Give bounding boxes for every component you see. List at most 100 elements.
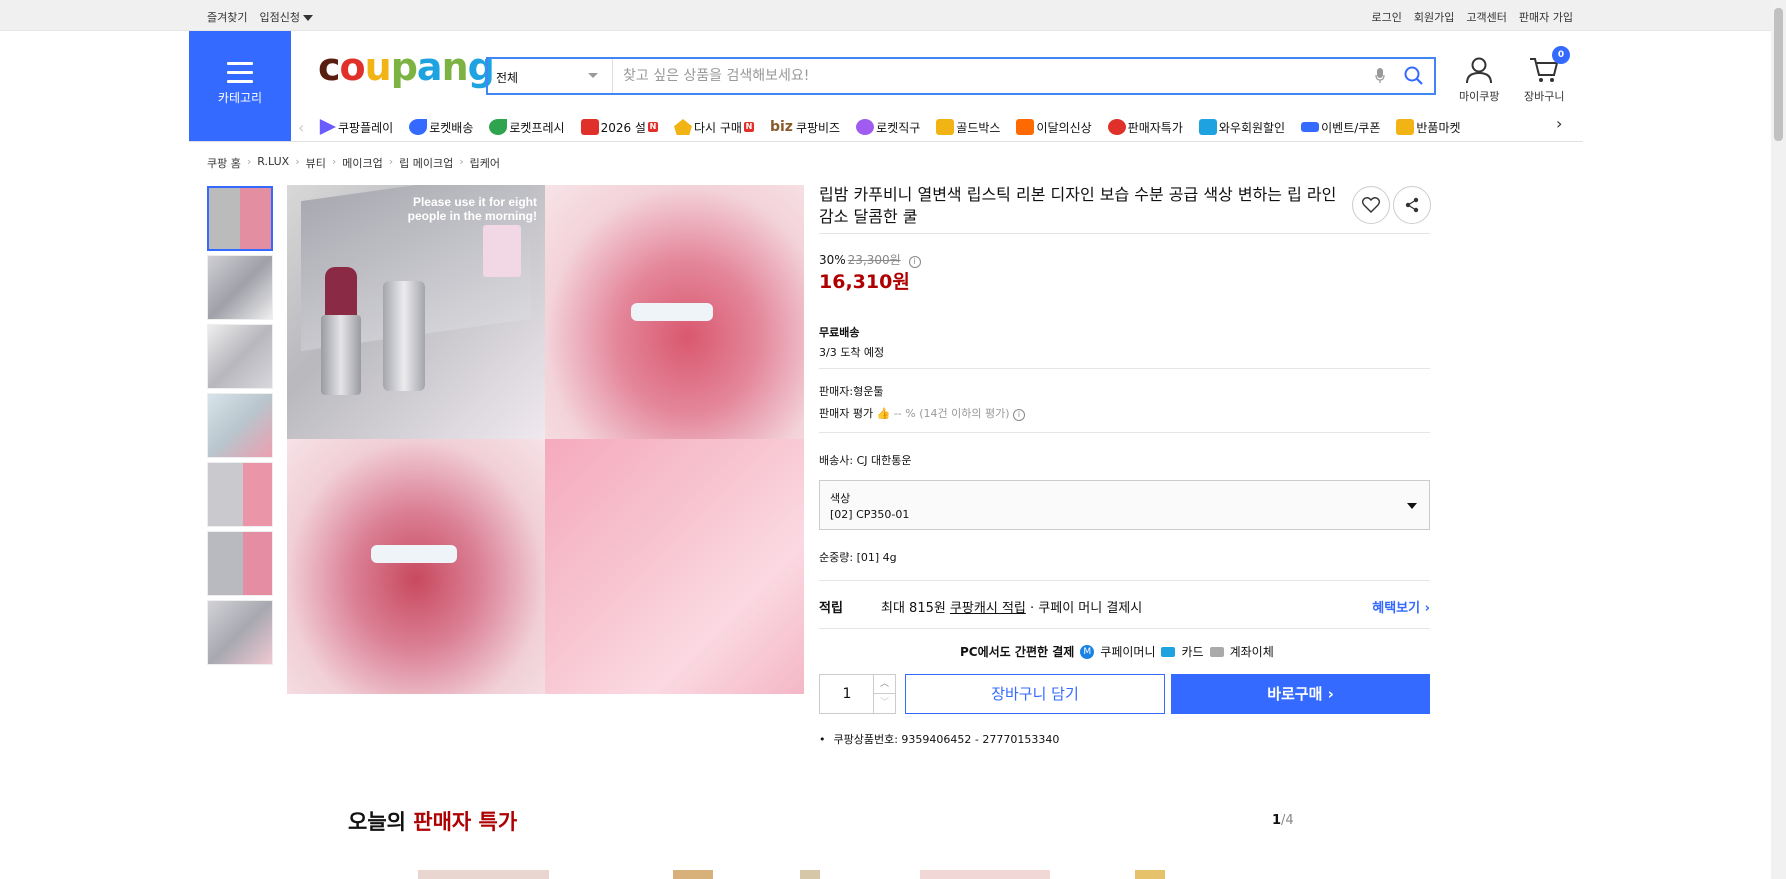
- search-icon[interactable]: [1394, 59, 1434, 93]
- dropdown-arrow-icon: [588, 73, 598, 78]
- overlay-line: Please use it for eight: [412, 195, 537, 209]
- house-icon: [673, 119, 692, 135]
- option-label: 색상: [830, 492, 851, 505]
- quantity-input[interactable]: 1: [820, 675, 874, 713]
- thumbnail[interactable]: [207, 462, 273, 527]
- nav-label: 로켓직구: [876, 120, 921, 135]
- thumbnail[interactable]: [207, 255, 273, 320]
- nav-item[interactable]: 판매자특가: [1107, 119, 1183, 136]
- nav-label: 쿠팡플레이: [338, 120, 394, 135]
- nav-item[interactable]: 로켓직구: [856, 119, 920, 136]
- new-badge: N: [743, 122, 754, 132]
- divider: [819, 432, 1430, 433]
- add-to-cart-button[interactable]: 장바구니 담기: [905, 674, 1165, 714]
- buy-now-button[interactable]: 바로구매 ›: [1171, 674, 1430, 714]
- mic-icon[interactable]: [1366, 59, 1394, 93]
- signup-link[interactable]: 회원가입: [1414, 9, 1454, 25]
- deal-product-image[interactable]: [920, 870, 1050, 879]
- pay-method: 계좌이체: [1229, 645, 1274, 659]
- nav-item[interactable]: biz 쿠팡비즈: [770, 119, 840, 136]
- benefits-link[interactable]: 혜택보기 ›: [1372, 597, 1430, 616]
- breadcrumb-item[interactable]: R.LUX: [257, 155, 289, 171]
- search-category-select[interactable]: 전체: [488, 59, 613, 93]
- seller-name[interactable]: 형운툴: [853, 385, 883, 398]
- breadcrumb: 쿠팡 홈 › R.LUX › 뷰티 › 메이크업 › 립 메이크업 › 립케어: [207, 155, 500, 171]
- divider: [819, 628, 1430, 629]
- top-utility-bar: 즐겨찾기 입점신청 로그인 회원가입 고객센터 판매자 가입: [0, 0, 1786, 31]
- seller-rating-label: 판매자 평가: [819, 407, 874, 420]
- thumbnail[interactable]: [207, 393, 273, 458]
- seller-signup-link[interactable]: 판매자 가입: [1519, 9, 1573, 25]
- partner-link[interactable]: 입점신청: [259, 9, 313, 25]
- login-link[interactable]: 로그인: [1372, 9, 1402, 25]
- thumbnail[interactable]: [207, 600, 273, 665]
- nav-item[interactable]: 로켓배송: [409, 119, 473, 136]
- total-pages: /4: [1281, 813, 1294, 828]
- info-icon[interactable]: i: [908, 256, 921, 268]
- rocket-icon: [409, 119, 428, 135]
- chevron-right-icon: ›: [246, 155, 252, 168]
- cart-label: 장바구니: [1524, 90, 1565, 103]
- search-input[interactable]: [613, 59, 1366, 93]
- lips-photo: [545, 185, 804, 439]
- breadcrumb-item[interactable]: 메이크업: [342, 155, 382, 171]
- nav-prev-icon[interactable]: ‹: [298, 118, 318, 137]
- favorites-link[interactable]: 즐겨찾기: [207, 9, 247, 25]
- box-shape: [483, 225, 521, 277]
- nav-item[interactable]: 이벤트/쿠폰: [1301, 119, 1380, 136]
- deal-product-image[interactable]: [418, 870, 549, 879]
- shipping-block: 무료배송 3/3 도착 예정: [819, 324, 884, 360]
- product-main-image[interactable]: Please use it for eight people in the mo…: [287, 185, 804, 694]
- logo-letter: p: [390, 45, 418, 89]
- coupay-icon: M: [1080, 644, 1095, 659]
- points-row: 적립 최대 815원 쿠팡캐시 적립 · 쿠페이 머니 결제시 혜택보기 ›: [819, 597, 1430, 616]
- breadcrumb-item[interactable]: 뷰티: [306, 155, 326, 171]
- lips-photo: [287, 439, 545, 694]
- scrollbar-thumb[interactable]: [1774, 8, 1783, 141]
- thumbnail[interactable]: [207, 531, 273, 596]
- pay-method: 쿠페이머니: [1100, 645, 1156, 659]
- logo-letter: u: [364, 45, 392, 89]
- breadcrumb-item[interactable]: 립케어: [470, 155, 500, 171]
- share-button[interactable]: [1393, 186, 1431, 224]
- breadcrumb-item[interactable]: 쿠팡 홈: [207, 155, 241, 171]
- customer-center-link[interactable]: 고객센터: [1466, 9, 1506, 25]
- coupang-logo[interactable]: coupang: [318, 45, 495, 89]
- weight-row: 순중량: [01] 4g: [819, 549, 897, 565]
- nav-item[interactable]: 골드박스: [936, 119, 1000, 136]
- thumbnail[interactable]: [207, 324, 273, 389]
- nav-item[interactable]: 2026 설N: [580, 119, 658, 136]
- deal-product-image[interactable]: [673, 870, 713, 879]
- breadcrumb-item[interactable]: 립 메이크업: [399, 155, 453, 171]
- nav-item[interactable]: 반품마켓: [1396, 119, 1461, 136]
- deal-product-image[interactable]: [1135, 870, 1165, 879]
- logo-letter: o: [339, 45, 366, 89]
- thumbnail[interactable]: [207, 186, 273, 251]
- deal-product-image[interactable]: [800, 870, 820, 879]
- nav-label: 로켓프레시: [509, 120, 565, 135]
- nav-label: 골드박스: [956, 120, 1001, 135]
- category-button[interactable]: 카테고리: [189, 31, 291, 142]
- weight-label: 순중량:: [819, 551, 854, 564]
- cash-reward-link[interactable]: 쿠팡캐시 적립: [950, 597, 1026, 616]
- deals-title-highlight: 판매자 특가: [413, 810, 518, 834]
- mycoupang-label: 마이쿠팡: [1459, 90, 1500, 103]
- shopping-bag-icon: [1016, 119, 1035, 135]
- nav-next-icon[interactable]: ›: [1556, 114, 1562, 133]
- chevron-up-icon[interactable]: ︿: [873, 675, 895, 694]
- info-icon[interactable]: i: [1013, 409, 1025, 421]
- favorite-button[interactable]: [1352, 186, 1390, 224]
- page-scrollbar[interactable]: [1771, 0, 1786, 879]
- chevron-right-icon: ›: [331, 155, 337, 168]
- nav-item[interactable]: 로켓프레시: [489, 119, 565, 136]
- color-option-select[interactable]: 색상 [02] CP350-01: [819, 480, 1430, 530]
- nav-item[interactable]: 다시 구매 N: [673, 119, 754, 136]
- nav-item[interactable]: 와우회원할인: [1198, 119, 1285, 136]
- nav-item[interactable]: 이달의신상: [1016, 119, 1092, 136]
- chevron-down-icon[interactable]: ﹀: [873, 694, 895, 713]
- buy-now-label: 바로구매: [1267, 685, 1323, 703]
- logo-letter: c: [318, 45, 341, 89]
- share-icon: [1405, 197, 1419, 213]
- nav-item[interactable]: 쿠팡플레이: [318, 119, 393, 136]
- mycoupang-button[interactable]: 마이쿠팡: [1459, 55, 1499, 104]
